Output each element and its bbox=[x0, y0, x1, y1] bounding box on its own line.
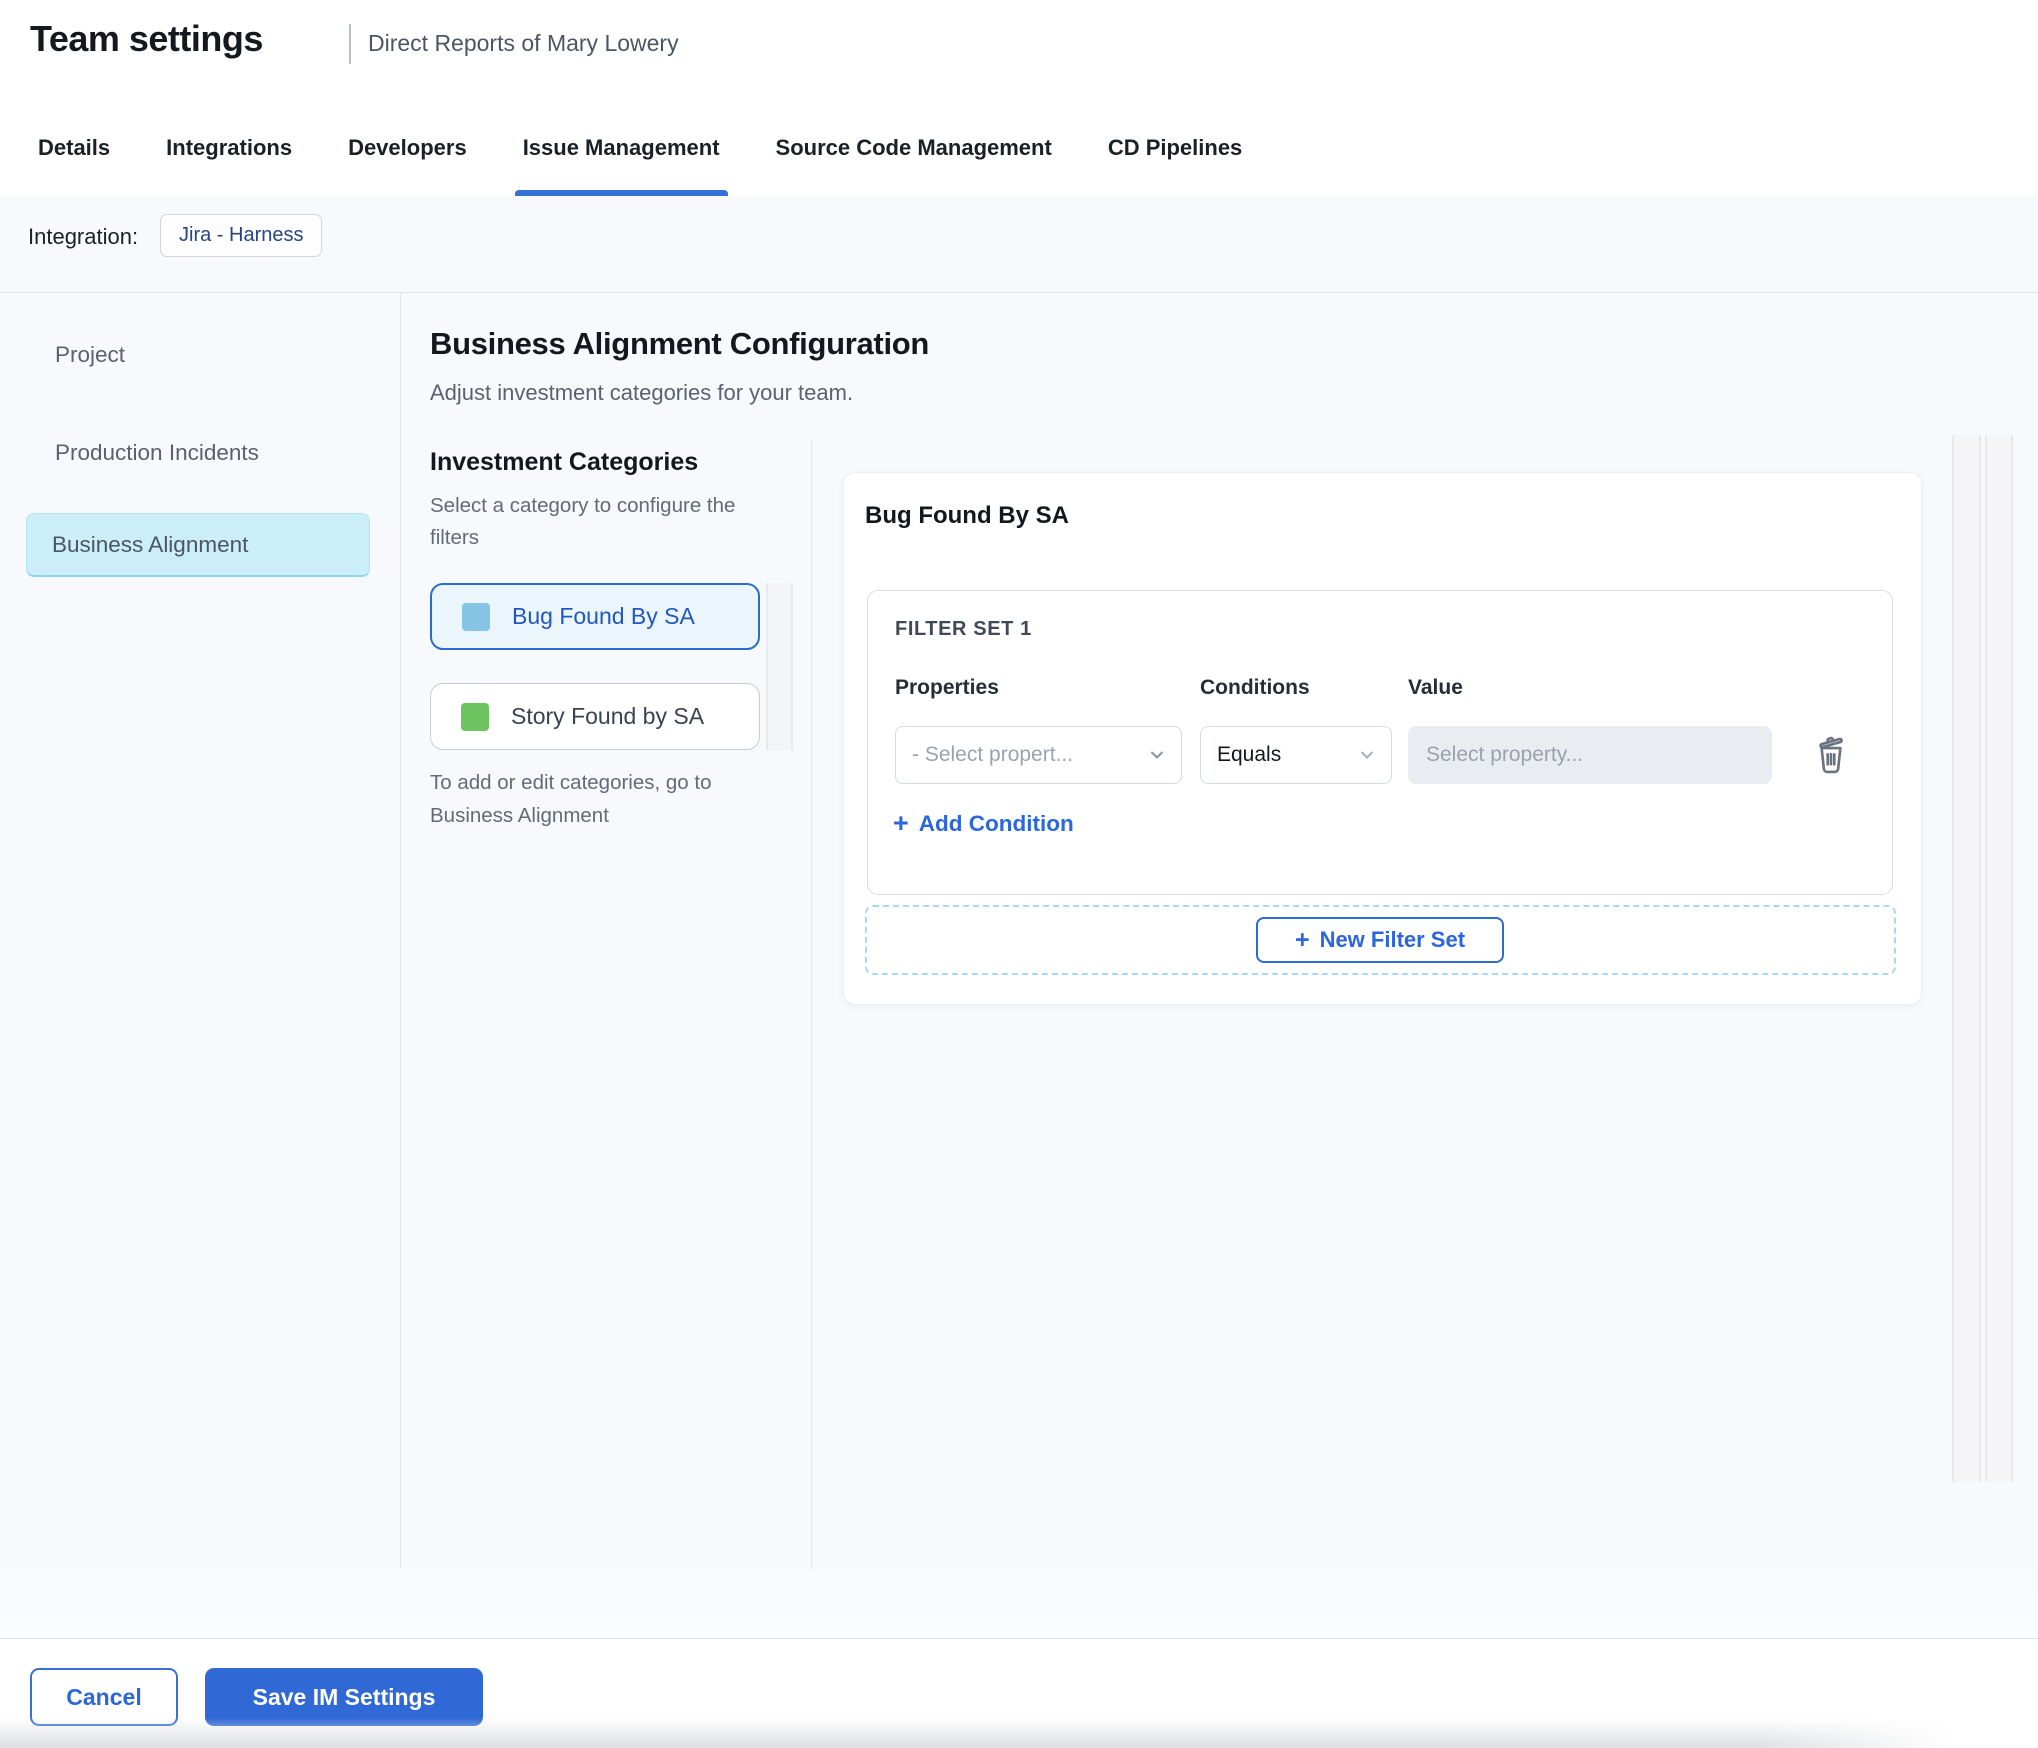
properties-select[interactable]: - Select propert... bbox=[895, 726, 1182, 784]
tab-cd-pipelines[interactable]: CD Pipelines bbox=[1108, 100, 1242, 196]
column-header-value: Value bbox=[1408, 676, 1463, 699]
conditions-select-value: Equals bbox=[1217, 743, 1282, 766]
properties-select-placeholder: - Select propert... bbox=[912, 743, 1074, 766]
section-subtitle: Adjust investment categories for your te… bbox=[430, 380, 854, 405]
category-color-swatch-green bbox=[461, 702, 489, 731]
sidebar-item-business-alignment[interactable]: Business Alignment bbox=[26, 513, 370, 577]
investment-categories-hint: Select a category to configure the filte… bbox=[430, 494, 736, 549]
filter-panel-title: Bug Found By SA bbox=[865, 502, 1069, 529]
delete-condition-button[interactable] bbox=[1808, 730, 1854, 782]
conditions-select[interactable]: Equals bbox=[1200, 726, 1392, 784]
tab-details[interactable]: Details bbox=[38, 100, 110, 196]
sidebar-item-project[interactable]: Project bbox=[30, 330, 370, 380]
category-list-scrollbar[interactable] bbox=[766, 583, 793, 750]
trash-icon bbox=[1811, 733, 1851, 779]
column-header-properties: Properties bbox=[895, 676, 999, 699]
add-condition-button[interactable]: + Add Condition bbox=[893, 810, 1074, 837]
category-label: Bug Found By SA bbox=[512, 603, 695, 629]
add-condition-label: Add Condition bbox=[918, 810, 1074, 836]
team-settings-page: Team settings Direct Reports of Mary Low… bbox=[0, 0, 2038, 1748]
tab-integrations[interactable]: Integrations bbox=[166, 100, 292, 196]
chevron-down-icon bbox=[1147, 745, 1167, 765]
category-color-swatch-blue bbox=[462, 602, 490, 631]
new-filter-set-button[interactable]: + New Filter Set bbox=[1256, 917, 1504, 963]
investment-categories-heading: Investment Categories bbox=[430, 448, 699, 476]
plus-icon: + bbox=[1294, 925, 1310, 954]
section-title: Business Alignment Configuration bbox=[430, 326, 930, 361]
column-header-conditions: Conditions bbox=[1200, 676, 1310, 699]
bottom-edge-shadow bbox=[0, 1718, 2038, 1748]
new-filter-set-label: New Filter Set bbox=[1319, 927, 1466, 952]
content-bottom-band bbox=[0, 1569, 2038, 1638]
filter-set-title: FILTER SET 1 bbox=[895, 618, 1032, 640]
category-label: Story Found by SA bbox=[511, 703, 705, 729]
tab-issue-management[interactable]: Issue Management bbox=[514, 100, 728, 196]
plus-icon: + bbox=[893, 808, 909, 838]
page-scrollbar-track[interactable] bbox=[1985, 435, 2013, 1482]
page-subtitle: Direct Reports of Mary Lowery bbox=[368, 30, 679, 56]
sidebar-item-production-incidents[interactable]: Production Incidents bbox=[30, 428, 370, 478]
integration-label: Integration: bbox=[28, 224, 139, 249]
tab-source-code-management[interactable]: Source Code Management bbox=[776, 100, 1052, 196]
categories-panel-divider bbox=[811, 440, 812, 1569]
category-story-found-by-sa[interactable]: Story Found by SA bbox=[430, 683, 760, 750]
sidebar-divider bbox=[400, 292, 401, 1569]
panel-scrollbar-track[interactable] bbox=[1952, 435, 1981, 1482]
title-separator bbox=[349, 24, 351, 64]
value-input[interactable] bbox=[1408, 726, 1772, 784]
tab-developers[interactable]: Developers bbox=[348, 100, 467, 196]
categories-footnote: To add or edit categories, go to Busines… bbox=[430, 771, 712, 827]
integration-chip[interactable]: Jira - Harness bbox=[160, 214, 323, 257]
page-title: Team settings bbox=[30, 18, 263, 59]
category-bug-found-by-sa[interactable]: Bug Found By SA bbox=[430, 583, 760, 650]
tab-bar: Details Integrations Developers Issue Ma… bbox=[0, 100, 2038, 196]
chevron-down-icon bbox=[1357, 745, 1377, 765]
content-top-divider bbox=[0, 292, 2038, 293]
